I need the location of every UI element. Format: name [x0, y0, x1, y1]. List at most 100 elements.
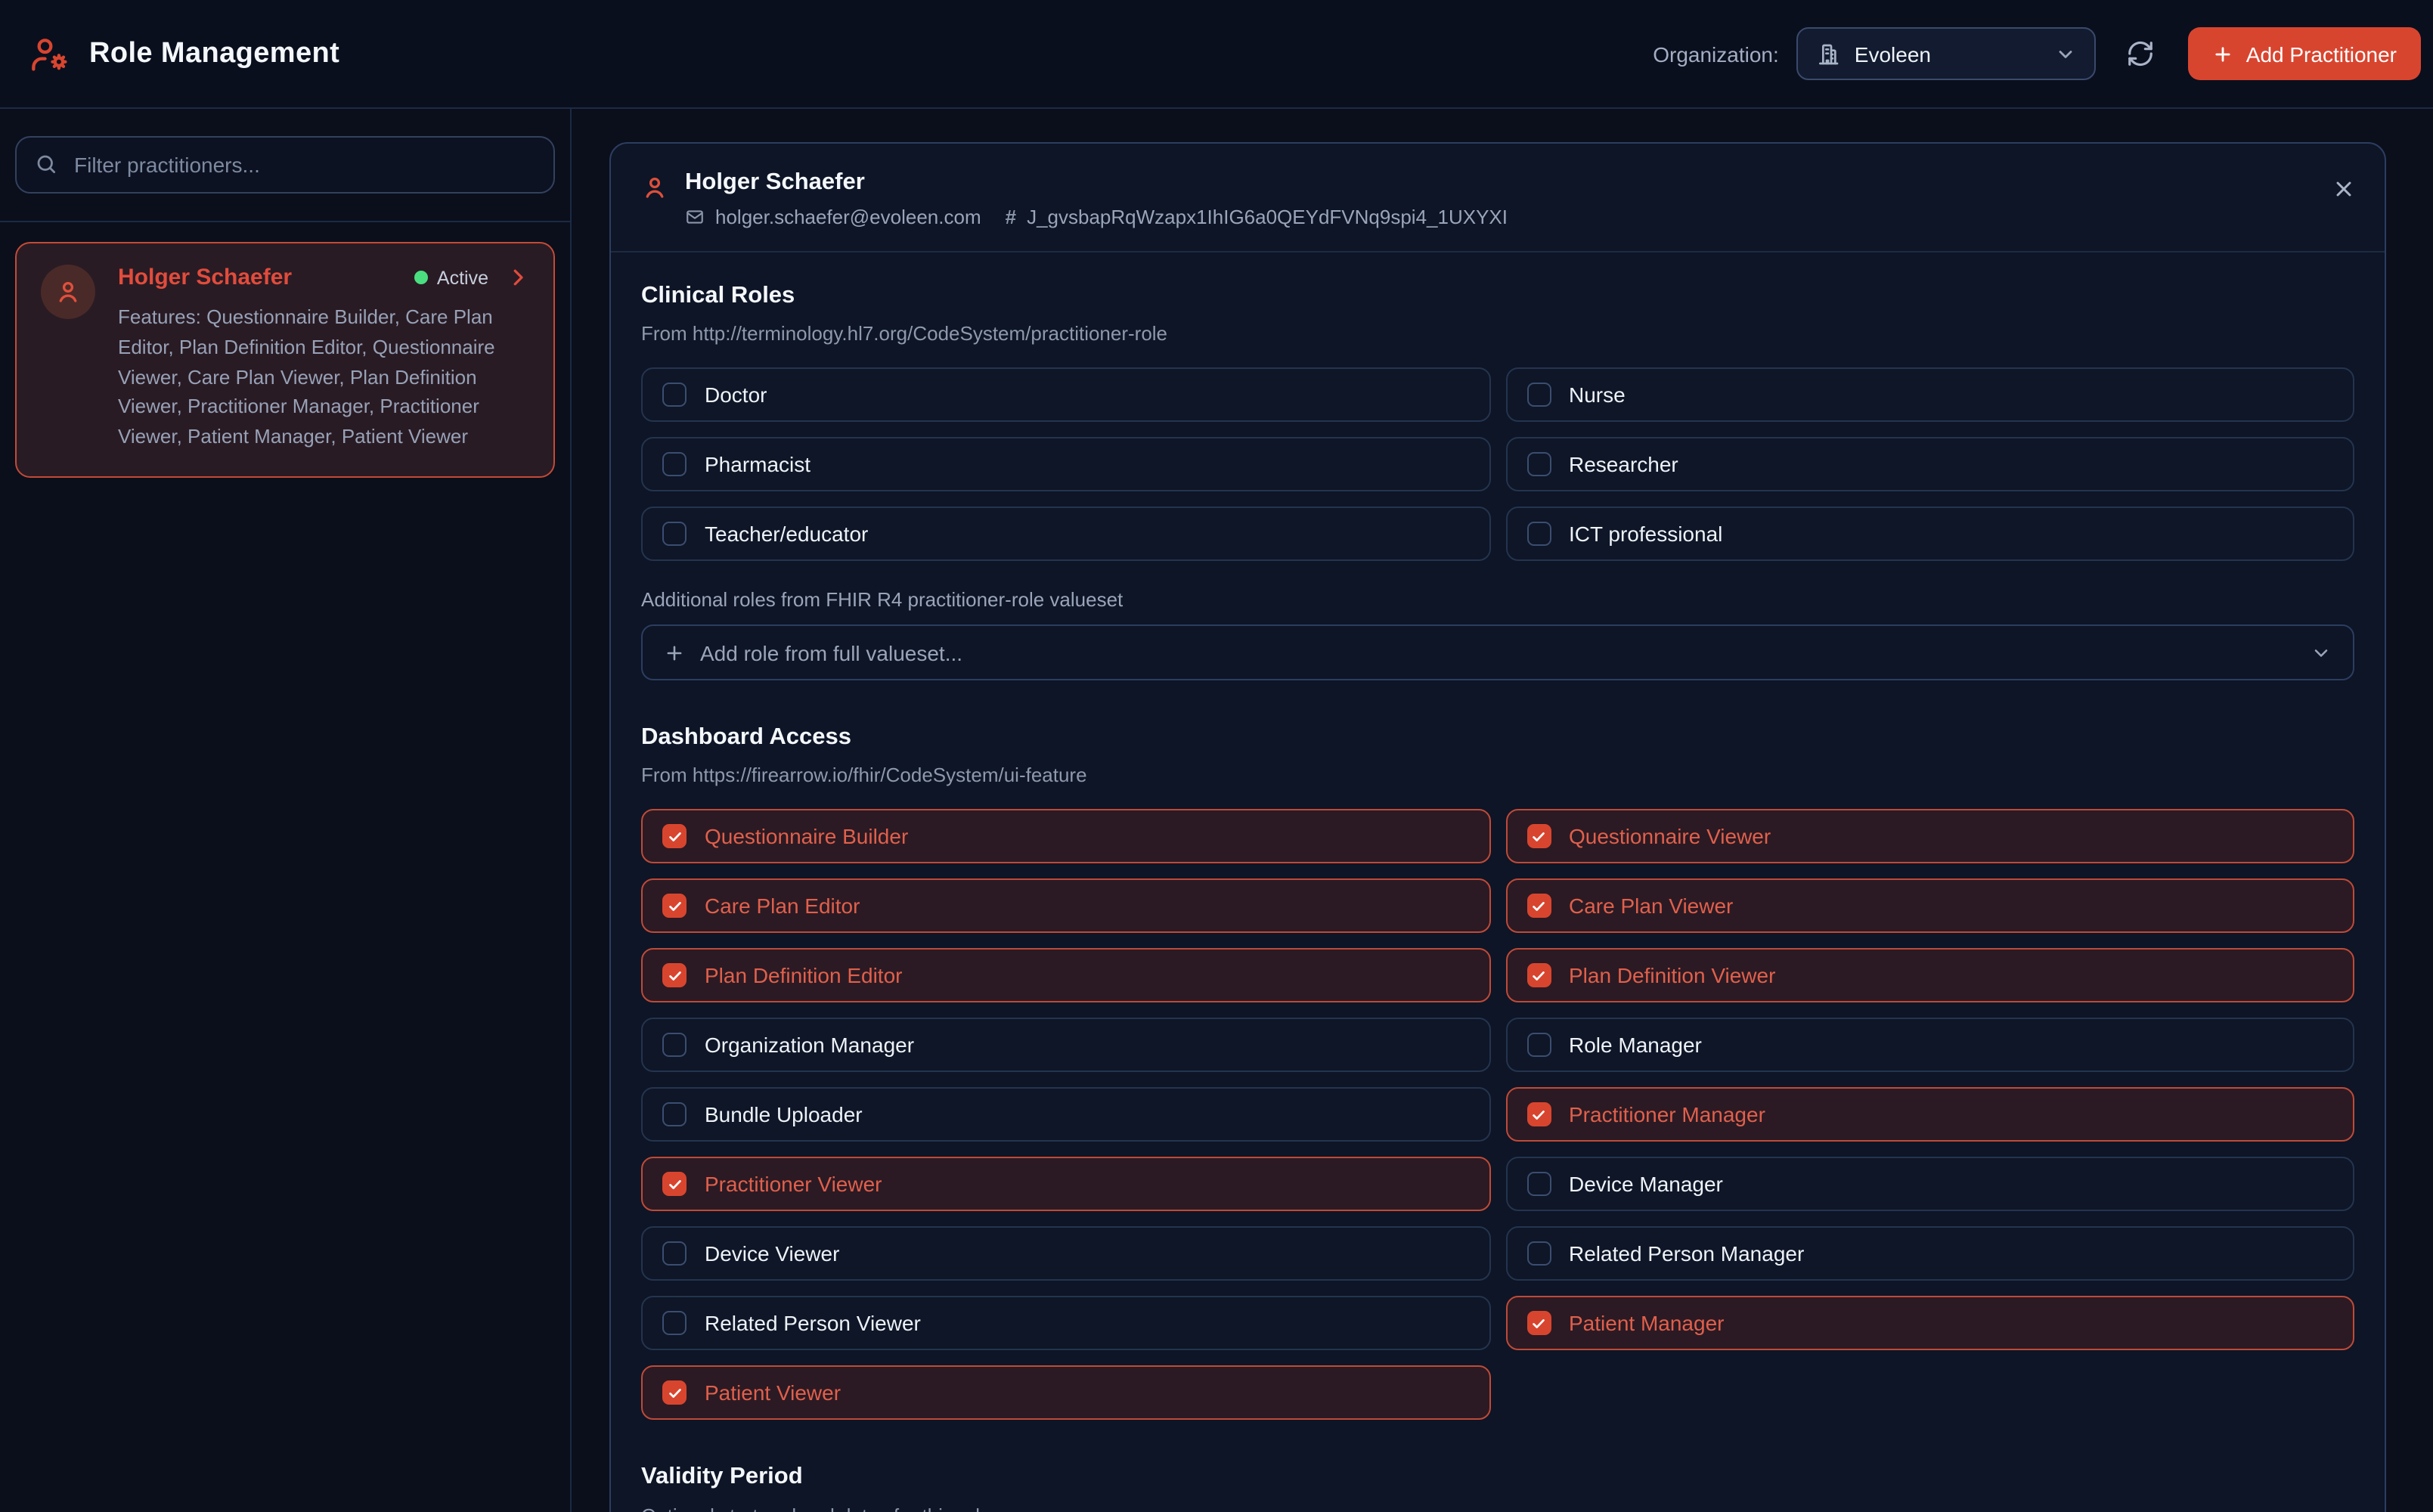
- checkbox-label: Plan Definition Viewer: [1569, 963, 1775, 987]
- dashboard-feature-checkbox-row[interactable]: Bundle Uploader: [641, 1087, 1490, 1142]
- checkbox-label: Device Viewer: [705, 1241, 839, 1266]
- checkbox-label: Pharmacist: [705, 452, 810, 476]
- checkbox: [1526, 1033, 1551, 1057]
- checkbox: [1526, 452, 1551, 476]
- checkbox: [1526, 383, 1551, 407]
- refresh-button[interactable]: [2125, 39, 2156, 69]
- checkbox: [1526, 522, 1551, 546]
- dashboard-feature-checkbox-row[interactable]: Device Viewer: [641, 1226, 1490, 1281]
- dashboard-feature-checkbox-row[interactable]: Questionnaire Builder: [641, 809, 1490, 863]
- search-icon: [35, 153, 57, 175]
- checkbox: [662, 522, 687, 546]
- validity-period-title: Validity Period: [641, 1464, 2354, 1491]
- page-title: Role Management: [89, 37, 339, 70]
- main-content: Holger Schaefer holger.schaefer@evoleen.…: [572, 109, 2433, 1512]
- clinical-roles-grid: Doctor Nurse: [641, 367, 2354, 561]
- validity-period-subtitle: Optional start and end dates for this ro…: [641, 1504, 2354, 1512]
- check-icon: [666, 1384, 683, 1401]
- checkbox-label: Practitioner Manager: [1569, 1102, 1765, 1126]
- dashboard-feature-checkbox-row[interactable]: Practitioner Manager: [1505, 1087, 2354, 1142]
- chevron-down-icon: [2056, 43, 2077, 64]
- practitioner-sidebar: Holger Schaefer Active Features: Questio…: [0, 109, 572, 1512]
- checkbox: [1526, 1311, 1551, 1335]
- dashboard-feature-checkbox-row[interactable]: Organization Manager: [641, 1018, 1490, 1072]
- filter-practitioners-input[interactable]: [15, 136, 555, 194]
- check-icon: [666, 828, 683, 844]
- dashboard-feature-checkbox-row[interactable]: Practitioner Viewer: [641, 1157, 1490, 1211]
- clinical-role-checkbox-row[interactable]: Teacher/educator: [641, 507, 1490, 561]
- checkbox: [662, 1102, 687, 1126]
- checkbox: [1526, 894, 1551, 918]
- chevron-right-icon: [507, 266, 529, 289]
- check-icon: [1530, 897, 1547, 914]
- checkbox-label: Care Plan Viewer: [1569, 894, 1733, 918]
- checkbox-label: Bundle Uploader: [705, 1102, 863, 1126]
- checkbox-label: Patient Viewer: [705, 1380, 841, 1405]
- checkbox: [1526, 963, 1551, 987]
- mail-icon: [685, 207, 705, 227]
- clinical-role-checkbox-row[interactable]: ICT professional: [1505, 507, 2354, 561]
- check-icon: [1530, 1106, 1547, 1123]
- user-gear-icon: [30, 34, 70, 73]
- add-practitioner-label: Add Practitioner: [2246, 42, 2397, 66]
- organization-label: Organization:: [1653, 42, 1779, 66]
- active-status-dot: [414, 271, 428, 284]
- add-role-placeholder: Add role from full valueset...: [700, 640, 2295, 665]
- clinical-roles-source: From http://terminology.hl7.org/CodeSyst…: [641, 322, 2354, 345]
- status-label: Active: [437, 267, 488, 288]
- dashboard-feature-checkbox-row[interactable]: Role Manager: [1505, 1018, 2354, 1072]
- checkbox: [662, 452, 687, 476]
- checkbox-label: Researcher: [1569, 452, 1678, 476]
- practitioner-features: Features: Questionnaire Builder, Care Pl…: [118, 302, 529, 452]
- top-bar: Role Management Organization: Evoleen: [0, 0, 2433, 109]
- checkbox-label: Doctor: [705, 383, 767, 407]
- detail-header: Holger Schaefer holger.schaefer@evoleen.…: [611, 144, 2385, 253]
- checkbox-label: Plan Definition Editor: [705, 963, 903, 987]
- add-role-select[interactable]: Add role from full valueset...: [641, 624, 2354, 680]
- clinical-role-checkbox-row[interactable]: Doctor: [641, 367, 1490, 422]
- check-icon: [1530, 828, 1547, 844]
- dashboard-feature-checkbox-row[interactable]: Related Person Viewer: [641, 1296, 1490, 1350]
- dashboard-feature-checkbox-row[interactable]: Care Plan Editor: [641, 878, 1490, 933]
- dashboard-feature-checkbox-row[interactable]: Related Person Manager: [1505, 1226, 2354, 1281]
- checkbox-label: Related Person Manager: [1569, 1241, 1804, 1266]
- status-badge: Active: [414, 267, 488, 288]
- clinical-roles-title: Clinical Roles: [641, 283, 2354, 310]
- checkbox-label: Device Manager: [1569, 1172, 1723, 1196]
- checkbox-label: Role Manager: [1569, 1033, 1702, 1057]
- add-practitioner-button[interactable]: Add Practitioner: [2189, 27, 2421, 80]
- checkbox: [662, 824, 687, 848]
- search-section: [0, 109, 570, 222]
- checkbox: [662, 1033, 687, 1057]
- clinical-role-checkbox-row[interactable]: Nurse: [1505, 367, 2354, 422]
- dashboard-feature-checkbox-row[interactable]: Questionnaire Viewer: [1505, 809, 2354, 863]
- checkbox: [1526, 824, 1551, 848]
- dashboard-feature-checkbox-row[interactable]: Device Manager: [1505, 1157, 2354, 1211]
- checkbox-label: Patient Manager: [1569, 1311, 1724, 1335]
- dashboard-feature-checkbox-row[interactable]: Patient Manager: [1505, 1296, 2354, 1350]
- organization-select[interactable]: Evoleen: [1797, 27, 2097, 80]
- clinical-role-checkbox-row[interactable]: Pharmacist: [641, 437, 1490, 491]
- checkbox-label: Nurse: [1569, 383, 1626, 407]
- close-icon: [2332, 177, 2356, 201]
- checkbox: [1526, 1241, 1551, 1266]
- checkbox-label: Questionnaire Builder: [705, 824, 908, 848]
- detail-fhir-id: J_gvsbapRqWzapx1IhIG6a0QEYdFVNq9spi4_1UX…: [1027, 206, 1508, 228]
- clinical-role-checkbox-row[interactable]: Researcher: [1505, 437, 2354, 491]
- dashboard-feature-checkbox-row[interactable]: Plan Definition Editor: [641, 948, 1490, 1002]
- brand: Role Management: [30, 34, 339, 73]
- dashboard-feature-checkbox-row[interactable]: Care Plan Viewer: [1505, 878, 2354, 933]
- dashboard-feature-checkbox-row[interactable]: Plan Definition Viewer: [1505, 948, 2354, 1002]
- close-button[interactable]: [2332, 177, 2356, 201]
- checkbox: [662, 894, 687, 918]
- user-icon: [54, 278, 82, 305]
- refresh-icon: [2126, 39, 2155, 67]
- checkbox: [662, 1311, 687, 1335]
- user-icon: [641, 174, 668, 201]
- checkbox: [1526, 1172, 1551, 1196]
- dashboard-access-title: Dashboard Access: [641, 724, 2354, 751]
- plus-icon: [2213, 43, 2234, 64]
- practitioner-detail-panel: Holger Schaefer holger.schaefer@evoleen.…: [609, 142, 2386, 1512]
- dashboard-feature-checkbox-row[interactable]: Patient Viewer: [641, 1365, 1490, 1420]
- practitioner-card[interactable]: Holger Schaefer Active Features: Questio…: [15, 242, 555, 478]
